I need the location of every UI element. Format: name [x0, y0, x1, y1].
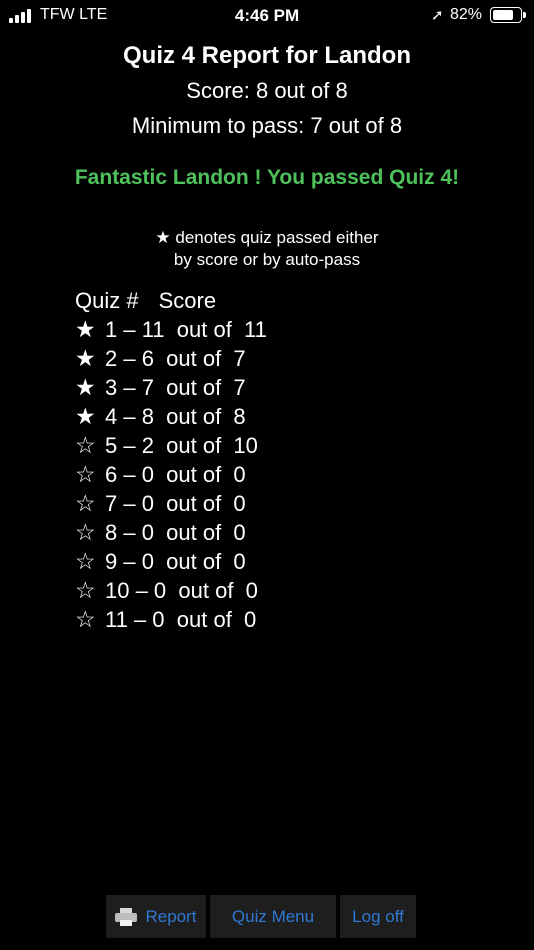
report-button[interactable]: Report [106, 895, 206, 938]
row-score: 4 – 8 out of 8 [105, 403, 246, 429]
star-icon: ★ [75, 316, 96, 342]
header-quiz: Quiz # [75, 288, 139, 313]
page-title: Quiz 4 Report for Landon [123, 42, 411, 69]
star-outline-icon: ☆ [75, 519, 96, 545]
table-row: ☆ 9 – 0 out of 0 [75, 547, 267, 576]
star-outline-icon: ☆ [75, 606, 96, 632]
quiz-score-table: Quiz # Score ★ 1 – 11 out of 11 ★ 2 – 6 ou… [75, 287, 267, 634]
log-off-button[interactable]: Log off [340, 895, 416, 938]
star-outline-icon: ☆ [75, 490, 96, 516]
star-icon: ★ [75, 374, 96, 400]
table-row: ☆ 6 – 0 out of 0 [75, 460, 267, 489]
row-score: 3 – 7 out of 7 [105, 374, 246, 400]
row-score: 10 – 0 out of 0 [105, 577, 258, 603]
star-outline-icon: ☆ [75, 461, 96, 487]
bottom-toolbar: Report Quiz Menu Log off [106, 895, 416, 938]
table-row: ☆ 8 – 0 out of 0 [75, 518, 267, 547]
minimum-to-pass-text: Minimum to pass: 7 out of 8 [131, 113, 403, 138]
row-score: 6 – 0 out of 0 [105, 461, 246, 487]
table-row: ★ 4 – 8 out of 8 [75, 402, 267, 431]
quiz-menu-button[interactable]: Quiz Menu [210, 895, 336, 938]
table-header: Quiz # Score [75, 287, 267, 315]
star-icon: ★ [75, 403, 96, 429]
star-icon: ★ [75, 345, 96, 371]
battery-icon [490, 7, 526, 23]
row-score: 1 – 11 out of 11 [105, 316, 267, 342]
table-row: ☆ 5 – 2 out of 10 [75, 431, 267, 460]
row-score: 7 – 0 out of 0 [105, 490, 246, 516]
battery-percent: 82% [450, 6, 483, 23]
status-bar: TFW LTE 4:46 PM ➚ 82% [0, 0, 534, 32]
table-row: ★ 3 – 7 out of 7 [75, 373, 267, 402]
header-score: Score [158, 288, 217, 313]
success-message: Fantastic Landon ! You passed Quiz 4! [74, 166, 460, 189]
star-outline-icon: ☆ [75, 577, 96, 603]
row-score: 11 – 0 out of 0 [105, 606, 257, 632]
score-text: Score: 8 out of 8 [186, 78, 348, 103]
location-arrow-icon: ➚ [431, 7, 444, 24]
row-score: 8 – 0 out of 0 [105, 519, 246, 545]
row-score: 5 – 2 out of 10 [105, 432, 258, 458]
star-outline-icon: ☆ [75, 432, 96, 458]
row-score: 9 – 0 out of 0 [105, 548, 246, 574]
report-label: Report [145, 906, 197, 926]
legend-line-2: by score or by auto-pass [173, 250, 361, 269]
table-row: ☆ 10 – 0 out of 0 [75, 576, 267, 605]
legend-line-1: ★ denotes quiz passed either [155, 228, 379, 247]
printer-icon [115, 907, 138, 926]
table-row: ☆ 11 – 0 out of 0 [75, 605, 267, 634]
star-legend: ★ denotes quiz passed either by score or… [0, 227, 534, 271]
table-row: ☆ 7 – 0 out of 0 [75, 489, 267, 518]
star-outline-icon: ☆ [75, 548, 96, 574]
row-score: 2 – 6 out of 7 [105, 345, 246, 371]
table-row: ★ 2 – 6 out of 7 [75, 344, 267, 373]
table-row: ★ 1 – 11 out of 11 [75, 315, 267, 344]
